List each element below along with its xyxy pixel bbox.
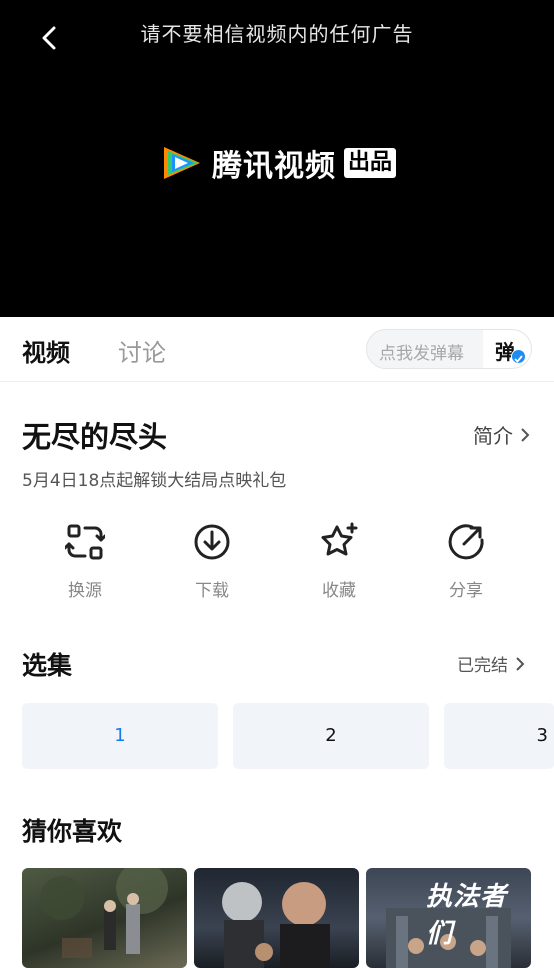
recommend-poster[interactable]: 执法者们: [366, 868, 531, 968]
recommend-list: 执法者们: [22, 868, 554, 968]
episode-item[interactable]: 3: [444, 703, 554, 769]
episode-number: 3: [536, 725, 548, 746]
recommend-poster[interactable]: [194, 868, 359, 968]
danmu-toggle-button[interactable]: 弹: [483, 330, 531, 368]
switch-source-icon: [65, 524, 105, 560]
switch-source-button[interactable]: 换源: [45, 522, 125, 601]
poster-artwork: [222, 882, 330, 968]
chevron-right-icon: [521, 427, 530, 442]
danmu-bar: 点我发弹幕 弹: [366, 329, 532, 369]
tab-bar: 视频 讨论 点我发弹幕 弹: [0, 317, 554, 382]
chevron-right-icon: [516, 656, 525, 671]
episodes-title: 选集: [22, 651, 73, 680]
download-icon: [194, 524, 230, 560]
intro-label: 简介: [473, 424, 513, 448]
share-button[interactable]: 分享: [426, 522, 506, 601]
danmu-enabled-check-icon: [511, 349, 526, 364]
brand-watermark: 腾讯视频 出品: [160, 142, 397, 184]
episode-list: 1 2 3: [22, 703, 554, 769]
episodes-status-link[interactable]: 已完结: [457, 651, 526, 676]
poster-artwork: [40, 868, 168, 958]
share-label: 分享: [449, 581, 483, 601]
danmu-input[interactable]: 点我发弹幕: [379, 339, 464, 364]
tencent-video-logo-icon: [164, 147, 200, 179]
favorite-label: 收藏: [322, 581, 356, 601]
intro-link[interactable]: 简介: [473, 420, 531, 449]
poster-caption: 执法者们: [426, 882, 508, 949]
episode-item[interactable]: 1: [22, 703, 218, 769]
recommend-title: 猜你喜欢: [22, 817, 123, 846]
brand-tag: 出品: [344, 148, 397, 178]
tab-video[interactable]: 视频: [22, 333, 70, 368]
tab-discussion[interactable]: 讨论: [118, 333, 166, 368]
episodes-status: 已完结: [457, 656, 508, 676]
player-notice: 请不要相信视频内的任何广告: [140, 22, 414, 46]
favorite-button[interactable]: 收藏: [299, 522, 379, 601]
switch-source-label: 换源: [68, 581, 102, 601]
download-button[interactable]: 下载: [172, 522, 252, 601]
show-subtitle: 5月4日18点起解锁大结局点映礼包: [22, 471, 287, 491]
episode-item[interactable]: 2: [233, 703, 429, 769]
download-label: 下载: [195, 581, 229, 601]
recommend-poster[interactable]: [22, 868, 187, 968]
brand-name: 腾讯视频: [212, 149, 336, 184]
show-title: 无尽的尽头: [22, 420, 168, 454]
video-player[interactable]: 请不要相信视频内的任何广告 腾讯视频 出品: [0, 0, 554, 317]
action-bar: 换源 下载 收藏 分享: [0, 522, 554, 612]
favorite-star-icon: [321, 522, 358, 556]
share-icon: [448, 524, 484, 560]
